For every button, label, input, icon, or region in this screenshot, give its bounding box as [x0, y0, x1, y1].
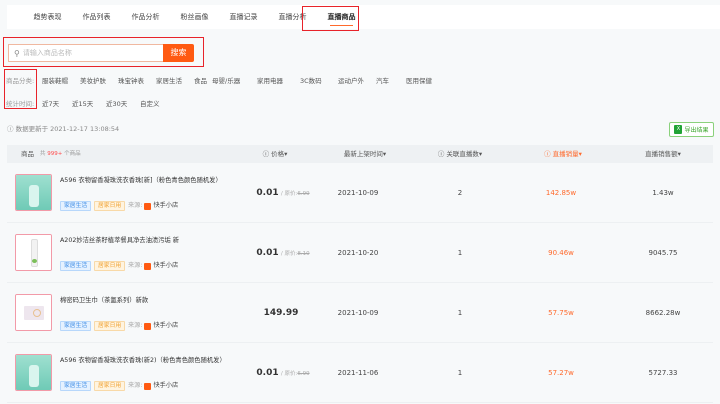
category-tag: 家居生活	[60, 381, 92, 391]
header-product: 商品	[21, 150, 34, 158]
lives-cell: 1	[457, 249, 463, 257]
lives-cell: 1	[457, 369, 463, 377]
table-row[interactable]: A202妙洁丝茶籽植萃餐具净去油渍污垢 新 家居生活 居家日用 来源: 快手小店 …	[7, 223, 713, 283]
category-tag: 家居生活	[60, 201, 92, 211]
product-count: 共 999+ 个商品	[40, 151, 81, 157]
tab-bar: 趋势表现 作品列表 作品分析 粉丝画像 直播记录 直播分析 直播商品	[7, 5, 720, 29]
sales-cell: 142.85w	[545, 189, 577, 197]
source: 来源: 快手小店	[128, 202, 179, 210]
table-row[interactable]: 棉密码卫生巾（茶氲系列）新款 家居生活 居家日用 来源: 快手小店 149.99 …	[7, 283, 713, 343]
highlight-filter-labels	[4, 69, 37, 109]
excel-icon: X	[674, 125, 683, 134]
category-item[interactable]: 食品	[194, 75, 212, 85]
revenue-cell: 8662.28w	[645, 309, 681, 317]
subcategory-tag: 居家日用	[94, 321, 126, 331]
date-cell: 2021-10-09	[337, 189, 379, 197]
kuaishou-shop-icon	[144, 262, 152, 270]
header-revenue[interactable]: 直播销售额▾	[645, 145, 681, 163]
header-date[interactable]: 最新上架时间▾	[344, 145, 386, 163]
subcategory-tag: 居家日用	[94, 381, 126, 391]
highlight-active-tab	[302, 6, 359, 31]
sales-cell: 90.46w	[548, 249, 574, 257]
header-sales[interactable]: ⓘ 直播销量▾	[544, 145, 582, 163]
product-image[interactable]	[15, 174, 52, 211]
kuaishou-shop-icon	[144, 382, 152, 390]
period-item[interactable]: 自定义	[140, 98, 174, 108]
lives-cell: 2	[457, 189, 463, 197]
source: 来源: 快手小店	[128, 382, 179, 390]
revenue-cell: 1.43w	[652, 189, 674, 197]
subcategory-tag: 居家日用	[94, 261, 126, 271]
tab-0[interactable]: 趋势表现	[23, 5, 72, 29]
price-cell: 149.99	[263, 308, 299, 318]
revenue-cell: 9045.75	[648, 249, 678, 257]
product-name[interactable]: A596 衣物留香凝珠洗衣香珠(新2)（粉色青色颜色随机发）	[60, 355, 226, 364]
period-item[interactable]: 近30天	[106, 98, 140, 108]
product-image[interactable]	[15, 354, 52, 391]
source: 来源: 快手小店	[128, 262, 179, 270]
revenue-cell: 5727.33	[648, 369, 678, 377]
date-cell: 2021-11-06	[337, 369, 379, 377]
product-image[interactable]	[15, 234, 52, 271]
category-filter: 商品分类: 服装鞋帽 美妆护肤 珠宝钟表 家居生活 食品 母婴/乐器 家用电器 3C数码 运动户…	[0, 74, 444, 85]
kuaishou-shop-icon	[144, 322, 152, 330]
category-tag: 家居生活	[60, 261, 92, 271]
source: 来源: 快手小店	[128, 322, 179, 330]
kuaishou-shop-icon	[144, 202, 152, 210]
category-item[interactable]: 家居生活	[156, 75, 194, 85]
period-item[interactable]: 近7天	[42, 98, 72, 108]
price-cell: 0.01 / 原价:6.99	[256, 188, 310, 198]
category-item[interactable]: 运动户外	[338, 75, 376, 85]
header-price[interactable]: ⓘ 价格▾	[263, 145, 288, 163]
price-cell: 0.01 / 原价:6.99	[256, 368, 310, 378]
product-name[interactable]: A596 衣物留香凝珠洗衣香珠[新]（粉色青色颜色随机发）	[60, 175, 222, 184]
table-header: 商品 共 999+ 个商品 ⓘ 价格▾ 最新上架时间▾ ⓘ 关联直播数▾ ⓘ 直…	[7, 145, 713, 163]
price-cell: 0.01 / 原价:8.10	[256, 248, 310, 258]
tab-4[interactable]: 直播记录	[219, 5, 268, 29]
subcategory-tag: 居家日用	[94, 201, 126, 211]
update-info: ⓘ 数据更新于 2021-12-17 13:08:54	[7, 125, 120, 133]
period-item[interactable]: 近15天	[72, 98, 106, 108]
product-name[interactable]: A202妙洁丝茶籽植萃餐具净去油渍污垢 新	[60, 235, 179, 244]
category-item[interactable]: 家用电器	[257, 75, 300, 85]
sales-cell: 57.27w	[548, 369, 574, 377]
tab-1[interactable]: 作品列表	[72, 5, 121, 29]
category-item[interactable]: 母婴/乐器	[212, 75, 257, 85]
product-name[interactable]: 棉密码卫生巾（茶氲系列）新款	[60, 295, 148, 304]
export-button[interactable]: X 导出结果	[669, 122, 714, 137]
tab-2[interactable]: 作品分析	[121, 5, 170, 29]
header-lives[interactable]: ⓘ 关联直播数▾	[438, 145, 482, 163]
sales-cell: 57.75w	[548, 309, 574, 317]
product-image[interactable]	[15, 294, 52, 331]
category-item[interactable]: 汽车	[376, 75, 406, 85]
category-item[interactable]: 美妆护肤	[80, 75, 118, 85]
category-item[interactable]: 医用保健	[406, 75, 444, 85]
highlight-search	[3, 37, 204, 67]
category-item[interactable]: 珠宝钟表	[118, 75, 156, 85]
category-item[interactable]: 3C数码	[300, 75, 338, 85]
category-item[interactable]: 服装鞋帽	[42, 75, 80, 85]
date-cell: 2021-10-20	[337, 249, 379, 257]
table-row[interactable]: A596 衣物留香凝珠洗衣香珠[新]（粉色青色颜色随机发） 家居生活 居家日用 …	[7, 163, 713, 223]
lives-cell: 1	[457, 309, 463, 317]
tab-3[interactable]: 粉丝画像	[170, 5, 219, 29]
category-tag: 家居生活	[60, 321, 92, 331]
info-icon: ⓘ	[7, 125, 16, 133]
date-cell: 2021-10-09	[337, 309, 379, 317]
table-row[interactable]: A596 衣物留香凝珠洗衣香珠(新2)（粉色青色颜色随机发） 家居生活 居家日用…	[7, 343, 713, 403]
